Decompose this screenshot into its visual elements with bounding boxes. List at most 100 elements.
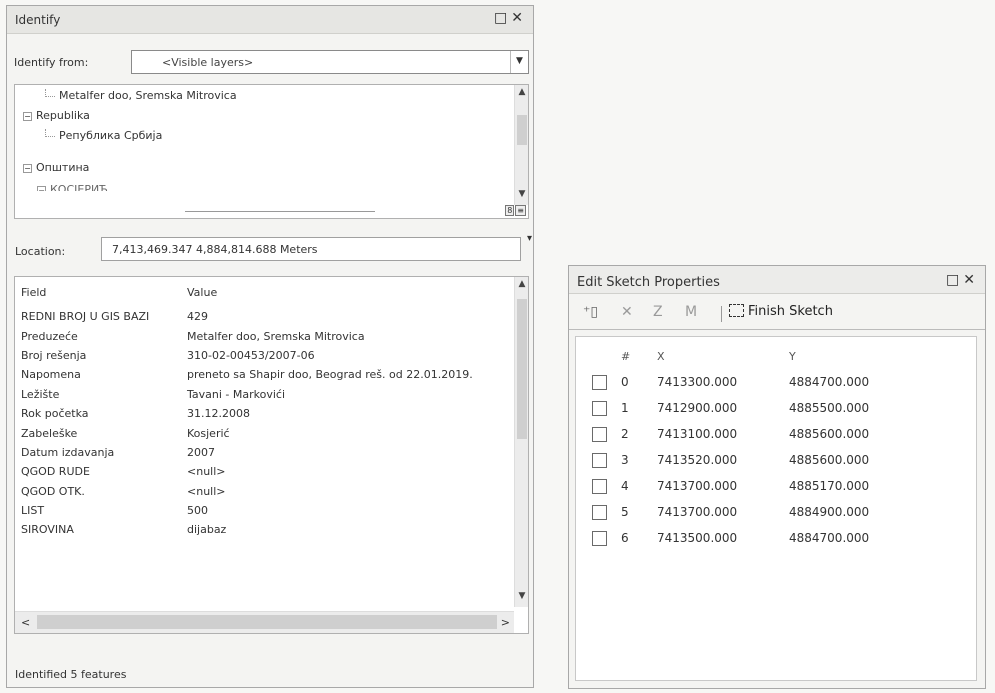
sketch-titlebar[interactable]: Edit Sketch Properties □✕ [569, 266, 985, 294]
vertex-row[interactable]: 4 7413700.000 4885170.000 [576, 473, 908, 499]
vertex-index: 6 [621, 531, 629, 545]
maximize-icon[interactable]: □ [946, 272, 963, 288]
grid-horizontal-scrollbar[interactable]: < > [15, 611, 514, 633]
vertex-checkbox[interactable] [592, 504, 607, 520]
tree-item[interactable]: − КОСЈЕРИЋ [37, 183, 108, 191]
vertex-y[interactable]: 4884900.000 [788, 499, 908, 525]
delete-vertex-icon[interactable]: ✕ [621, 304, 633, 320]
vertex-y[interactable]: 4885600.000 [788, 421, 908, 447]
m-values-icon[interactable]: M [685, 304, 697, 320]
value-cell: Kosjerić [187, 426, 230, 440]
vertex-y[interactable]: 4884700.000 [788, 369, 908, 395]
identify-window: Identify □✕ Identify from: <Visible laye… [6, 5, 534, 688]
tree-item[interactable]: Република Србија [45, 129, 162, 142]
table-row[interactable]: Napomena preneto sa Shapir doo, Beograd r… [15, 365, 473, 384]
column-header-field[interactable]: Field [15, 277, 181, 307]
chevron-down-icon[interactable]: ▼ [510, 51, 528, 73]
sort-icon[interactable]: 8 [505, 205, 515, 216]
vertex-row[interactable]: 0 7413300.000 4884700.000 [576, 369, 908, 395]
column-header-x[interactable]: X [656, 343, 788, 369]
column-header-number[interactable]: # [620, 343, 656, 369]
vertex-row[interactable]: 1 7412900.000 4885500.000 [576, 395, 908, 421]
table-row[interactable]: REDNI BROJ U GIS BAZI 429 [15, 307, 473, 326]
field-cell: Napomena [21, 368, 81, 382]
vertex-row[interactable]: 6 7413500.000 4884700.000 [576, 525, 908, 551]
vertex-row[interactable]: 2 7413100.000 4885600.000 [576, 421, 908, 447]
scroll-up-icon[interactable]: ▲ [515, 87, 529, 101]
table-row[interactable]: Zabeleške Kosjerić [15, 423, 473, 442]
vertex-y[interactable]: 4884700.000 [788, 525, 908, 551]
vertex-index: 1 [621, 401, 629, 415]
attribute-grid[interactable]: Field Value REDNI BROJ U GIS BAZI 429 Pre… [14, 276, 529, 634]
vertex-x[interactable]: 7413700.000 [656, 499, 788, 525]
table-row[interactable]: Datum izdavanja 2007 [15, 443, 473, 462]
grid-vertical-scrollbar[interactable]: ▲ ▼ [514, 277, 528, 607]
table-row[interactable]: QGOD RUDE <null> [15, 462, 473, 481]
tree-item[interactable]: − Republika [23, 109, 90, 122]
location-field[interactable]: 7,413,469.347 4,884,814.688 Meters [101, 237, 521, 261]
vertex-checkbox[interactable] [592, 400, 607, 416]
options-icon[interactable]: ≡ [515, 205, 526, 216]
value-cell: dijabaz [187, 523, 227, 537]
feature-tree[interactable]: Metalfer doo, Sremska Mitrovica − Republi… [14, 84, 529, 219]
vertex-checkbox[interactable] [592, 374, 607, 390]
identify-title: Identify [15, 13, 61, 27]
scroll-right-icon[interactable]: > [501, 616, 510, 629]
vertex-x[interactable]: 7413700.000 [656, 473, 788, 499]
table-row[interactable]: Broj rešenja 310-02-00453/2007-06 [15, 346, 473, 365]
tree-item[interactable]: − Општина [23, 161, 89, 174]
tree-scrollbar[interactable]: ▲ ▼ [514, 85, 528, 205]
location-dropdown-icon[interactable]: ▾ [527, 233, 532, 244]
location-value: 7,413,469.347 4,884,814.688 Meters [112, 243, 318, 256]
collapse-icon[interactable]: − [23, 163, 32, 173]
scroll-thumb[interactable] [517, 299, 527, 439]
column-header-y[interactable]: Y [788, 343, 908, 369]
vertex-y[interactable]: 4885600.000 [788, 447, 908, 473]
tree-item[interactable]: Metalfer doo, Sremska Mitrovica [45, 89, 237, 102]
vertex-list[interactable]: # X Y 0 7413300.000 4884700.000 1 7412900.0… [575, 336, 977, 681]
table-row[interactable]: Rok početka 31.12.2008 [15, 404, 473, 423]
vertex-checkbox[interactable] [592, 452, 607, 468]
divider [185, 211, 375, 212]
collapse-icon[interactable]: − [37, 185, 46, 191]
column-header-value[interactable]: Value [181, 277, 473, 307]
scroll-thumb[interactable] [37, 615, 497, 629]
value-cell: 31.12.2008 [187, 407, 250, 421]
vertex-row[interactable]: 3 7413520.000 4885600.000 [576, 447, 908, 473]
identify-titlebar[interactable]: Identify □✕ [7, 6, 533, 34]
field-cell: QGOD RUDE [21, 465, 90, 479]
vertex-x[interactable]: 7412900.000 [656, 395, 788, 421]
identify-from-select[interactable]: <Visible layers> ▼ [131, 50, 529, 74]
vertex-checkbox[interactable] [592, 478, 607, 494]
table-row[interactable]: SIROVINA dijabaz [15, 520, 473, 539]
table-row[interactable]: LIST 500 [15, 501, 473, 520]
close-icon[interactable]: ✕ [511, 10, 527, 26]
vertex-index: 0 [621, 375, 629, 389]
table-row[interactable]: Preduzeće Metalfer doo, Sremska Mitrovica [15, 326, 473, 345]
edit-sketch-properties-window: Edit Sketch Properties □✕ ⁺▯ ✕ Z M Finis… [568, 265, 986, 689]
collapse-icon[interactable]: − [23, 111, 32, 121]
vertex-x[interactable]: 7413500.000 [656, 525, 788, 551]
vertex-y[interactable]: 4885500.000 [788, 395, 908, 421]
scroll-up-icon[interactable]: ▲ [515, 279, 529, 293]
scroll-down-icon[interactable]: ▼ [515, 189, 529, 203]
finish-sketch-label: Finish Sketch [748, 304, 833, 319]
table-row[interactable]: Ležište Tavani - Markovići [15, 385, 473, 404]
value-cell: 500 [187, 504, 208, 518]
vertex-row[interactable]: 5 7413700.000 4884900.000 [576, 499, 908, 525]
scroll-down-icon[interactable]: ▼ [515, 591, 529, 605]
close-icon[interactable]: ✕ [963, 272, 979, 288]
vertex-checkbox[interactable] [592, 530, 607, 546]
finish-sketch-button[interactable]: Finish Sketch [729, 304, 833, 319]
z-values-icon[interactable]: Z [653, 304, 663, 320]
scroll-left-icon[interactable]: < [21, 616, 30, 629]
vertex-checkbox[interactable] [592, 426, 607, 442]
maximize-icon[interactable]: □ [494, 10, 511, 26]
vertex-x[interactable]: 7413520.000 [656, 447, 788, 473]
vertex-x[interactable]: 7413100.000 [656, 421, 788, 447]
vertex-x[interactable]: 7413300.000 [656, 369, 788, 395]
scroll-thumb[interactable] [517, 115, 527, 145]
vertex-y[interactable]: 4885170.000 [788, 473, 908, 499]
table-row[interactable]: QGOD OTK. <null> [15, 482, 473, 501]
insert-vertex-icon[interactable]: ⁺▯ [583, 304, 598, 320]
